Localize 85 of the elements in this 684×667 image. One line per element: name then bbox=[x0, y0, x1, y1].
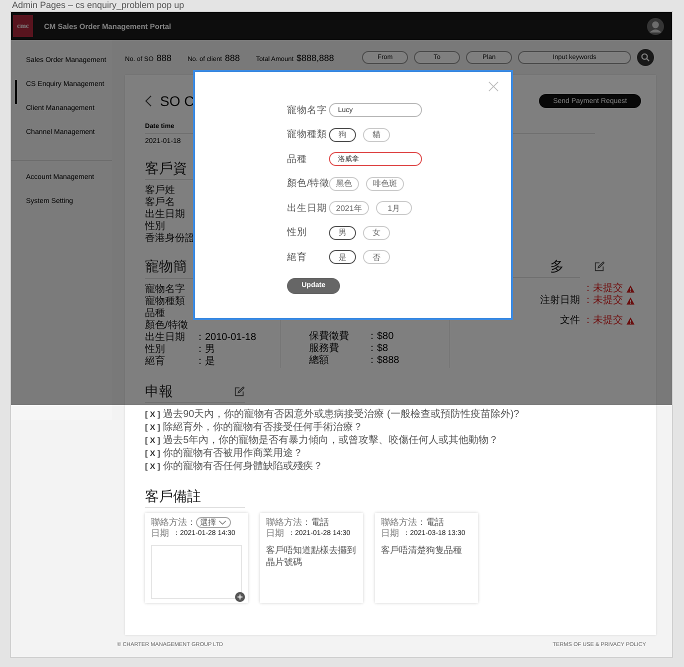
field-value: 電話 bbox=[311, 517, 329, 528]
question-text: 你的寵物有否被用作商業用途？ bbox=[163, 447, 304, 460]
answer-mark: [ X ] bbox=[145, 461, 160, 473]
stat-value: 888 bbox=[224, 52, 240, 62]
field-value: ：2010-01-18 bbox=[195, 332, 256, 344]
field-value: ：未提交 bbox=[583, 283, 623, 294]
edit-icon[interactable] bbox=[594, 260, 605, 272]
field-label: 注射日期 bbox=[540, 295, 580, 306]
answer-mark: [ X ] bbox=[145, 409, 160, 421]
field-value: ：是 bbox=[195, 356, 215, 368]
section-heading: 客戶備註 bbox=[145, 487, 201, 505]
note-input[interactable] bbox=[151, 545, 242, 599]
field-label: 客戶姓 bbox=[145, 185, 175, 196]
stat-value: 888 bbox=[156, 52, 172, 62]
field-value: ：未提交 bbox=[583, 315, 623, 327]
caret-icon bbox=[218, 520, 227, 525]
note-text: 客戶唔知道點樣去攞到晶片號碼 bbox=[266, 544, 357, 568]
option-button[interactable]: 男 bbox=[329, 226, 356, 240]
field-value: ：未提交 bbox=[583, 295, 623, 307]
field-label: 性別 bbox=[145, 221, 165, 232]
field-label: 出生日期 bbox=[287, 202, 328, 215]
field-label: 寵物種類 bbox=[145, 296, 186, 308]
field-label: 出生日期 bbox=[145, 332, 186, 344]
field-label: 服務費 bbox=[309, 343, 340, 354]
field-label: 出生日期 bbox=[145, 209, 185, 220]
field-label: 聯絡方法： bbox=[381, 517, 426, 528]
question-text: 除絕育外，你的寵物有否接受任何手術治療？ bbox=[163, 421, 364, 434]
field-label: 日期 bbox=[381, 528, 400, 539]
question-text: 你的寵物有否任何身體缺陷或殘疾？ bbox=[163, 460, 324, 473]
back-icon[interactable] bbox=[145, 95, 152, 107]
field-label: 性別 bbox=[145, 344, 166, 356]
section-heading: 客戶資 bbox=[145, 159, 187, 177]
field-label: 寵物種類 bbox=[287, 128, 328, 142]
note-text: 客戶唔清楚狗隻品種 bbox=[381, 544, 463, 556]
question-text: 過去5年內，你的寵物是否有暴力傾向，或曾攻擊、咬傷任何人或其他動物？ bbox=[163, 434, 499, 447]
warning-icon bbox=[626, 285, 635, 293]
field-label: 顏色/特徵 bbox=[145, 320, 189, 332]
field-label: 絕育 bbox=[145, 356, 166, 368]
field-label: 文件 bbox=[560, 315, 580, 326]
search-button[interactable] bbox=[637, 49, 654, 66]
add-icon[interactable] bbox=[235, 592, 245, 602]
answer-mark: [ X ] bbox=[145, 435, 160, 447]
option-button[interactable]: 否 bbox=[363, 250, 390, 264]
field-label: 品種 bbox=[287, 152, 308, 166]
field-label: 顏色/特徵 bbox=[287, 177, 329, 190]
field-label: 寵物名字 bbox=[287, 104, 328, 117]
field-label: 保費徵費 bbox=[309, 331, 350, 342]
field-label: 寵物名字 bbox=[145, 284, 186, 296]
warning-icon bbox=[626, 297, 635, 305]
option-button[interactable]: 狗 bbox=[329, 128, 356, 142]
warning-icon bbox=[626, 317, 635, 325]
edit-icon[interactable] bbox=[234, 386, 245, 396]
date-dropdown[interactable]: 2021年 bbox=[329, 201, 369, 216]
field-label: 日期 bbox=[266, 528, 285, 539]
option-button[interactable]: 啡色斑 bbox=[366, 176, 404, 191]
section-heading: 寵物簡 bbox=[145, 258, 187, 274]
field-value: 電話 bbox=[426, 517, 444, 528]
field-label: 聯絡方法： bbox=[266, 517, 311, 528]
avatar-icon[interactable] bbox=[647, 18, 664, 34]
option-button[interactable]: 貓 bbox=[363, 128, 390, 142]
question-text: 過去90天內，你的寵物有否因意外或患病接受治療 (一般檢查或預防性疫苗除外)? bbox=[163, 408, 520, 421]
field-label: 聯絡方法： bbox=[151, 517, 196, 528]
section-heading: 多 bbox=[550, 257, 564, 275]
field-label: 客戶名 bbox=[145, 197, 175, 208]
answer-mark: [ X ] bbox=[145, 448, 160, 460]
field-value: ：男 bbox=[195, 344, 215, 356]
field-value: ：$888 bbox=[367, 355, 400, 367]
stat-value: $888,888 bbox=[296, 52, 334, 62]
option-button[interactable]: 黑色 bbox=[329, 176, 359, 191]
field-label: 絕育 bbox=[287, 250, 308, 264]
field-value: ：$80 bbox=[367, 331, 394, 343]
order-title: SO C bbox=[160, 93, 194, 109]
field-label: 日期 bbox=[151, 528, 170, 539]
date-dropdown[interactable]: 1月 bbox=[376, 201, 412, 216]
method-dropdown[interactable]: 選擇 bbox=[196, 517, 231, 528]
field-label: 品種 bbox=[145, 308, 166, 320]
option-button[interactable]: 女 bbox=[363, 226, 390, 240]
field-value: ：$8 bbox=[367, 343, 388, 355]
section-heading: 申報 bbox=[145, 382, 173, 400]
page-caption: Admin Pages – cs enquiry_problem pop up bbox=[11, 0, 186, 12]
field-label: 總額 bbox=[309, 355, 330, 367]
search-icon bbox=[641, 53, 650, 62]
answer-mark: [ X ] bbox=[145, 422, 160, 434]
field-label: 性別 bbox=[287, 226, 308, 240]
option-button[interactable]: 是 bbox=[329, 250, 356, 264]
